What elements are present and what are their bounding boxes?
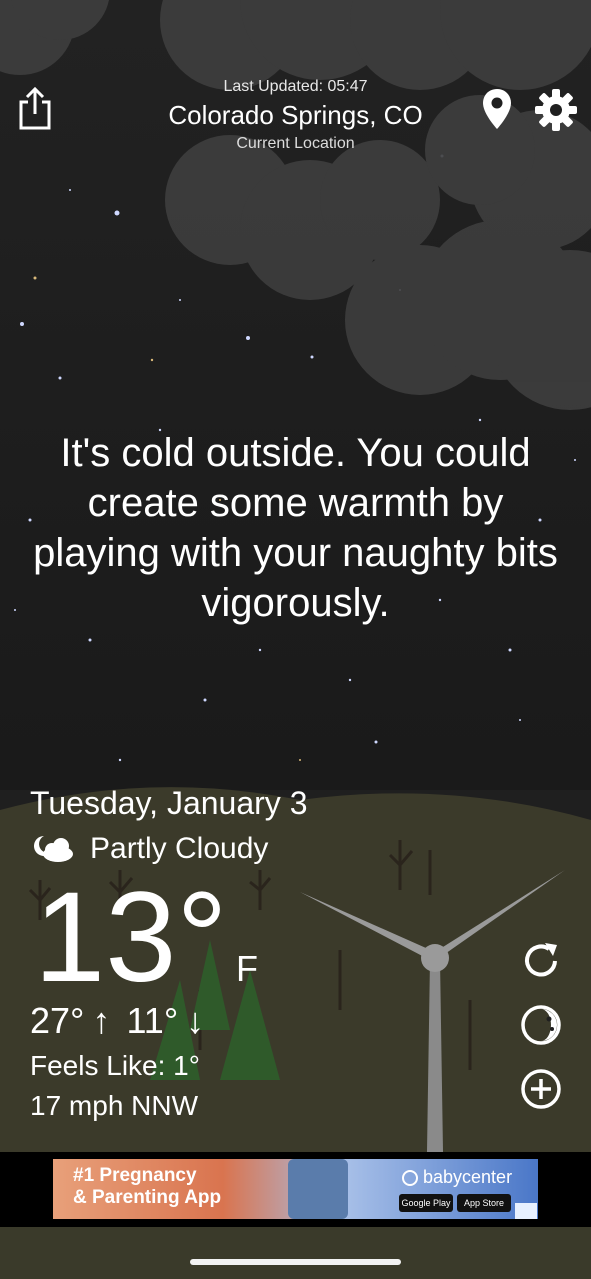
ad-brand: babycenter xyxy=(401,1167,512,1188)
share-icon xyxy=(19,86,51,130)
plus-circle-icon xyxy=(521,1069,561,1109)
down-arrow-icon: ↓ xyxy=(186,1000,205,1041)
ad-headline-line2: & Parenting App xyxy=(73,1187,222,1208)
ad-phone-image xyxy=(288,1159,348,1219)
share-button[interactable] xyxy=(14,84,56,132)
location-pin-icon xyxy=(483,89,511,129)
ad-headline-line1: #1 Pregnancy xyxy=(73,1165,197,1186)
babycenter-logo-icon xyxy=(402,1169,418,1186)
location-label: Current Location xyxy=(236,135,355,152)
home-indicator[interactable] xyxy=(190,1259,401,1265)
temperature-unit: F xyxy=(236,948,258,989)
current-temperature: 13° xyxy=(34,866,228,1009)
moon-phase-button[interactable] xyxy=(517,1001,565,1049)
ad-brand-text: babycenter xyxy=(423,1167,513,1187)
location-button[interactable] xyxy=(478,86,516,132)
wind-speed: 17 mph NNW xyxy=(30,1090,199,1121)
partly-cloudy-night-icon xyxy=(34,836,73,862)
google-play-badge[interactable]: Google Play xyxy=(399,1194,453,1212)
weather-message: It's cold outside. You could create some… xyxy=(33,431,558,625)
low-temperature: 11° xyxy=(126,1000,179,1041)
bottom-bar xyxy=(0,1227,591,1279)
feels-like: Feels Like: 1° xyxy=(30,1050,200,1081)
add-location-button[interactable] xyxy=(517,1065,565,1113)
refresh-button[interactable] xyxy=(517,937,565,985)
high-temperature: 27° xyxy=(30,1000,85,1041)
clouds-layer xyxy=(0,0,591,410)
app-store-badge[interactable]: App Store xyxy=(457,1194,511,1212)
forecast-date: Tuesday, January 3 xyxy=(30,785,308,821)
condition-row: Partly Cloudy xyxy=(30,832,268,866)
up-arrow-icon: ↑ xyxy=(92,1000,111,1041)
condition-text: Partly Cloudy xyxy=(90,832,269,865)
refresh-icon xyxy=(525,943,557,977)
settings-button[interactable] xyxy=(530,84,582,136)
moon-phase-icon xyxy=(521,1005,561,1045)
gear-icon xyxy=(535,89,577,131)
ad-choices-icon[interactable] xyxy=(515,1203,537,1219)
ad-banner[interactable]: #1 Pregnancy & Parenting App babycenter … xyxy=(53,1159,538,1219)
high-low-row: 27° ↑ 11° ↓ xyxy=(30,1000,220,1042)
ad-headline: #1 Pregnancy & Parenting App xyxy=(73,1165,221,1209)
